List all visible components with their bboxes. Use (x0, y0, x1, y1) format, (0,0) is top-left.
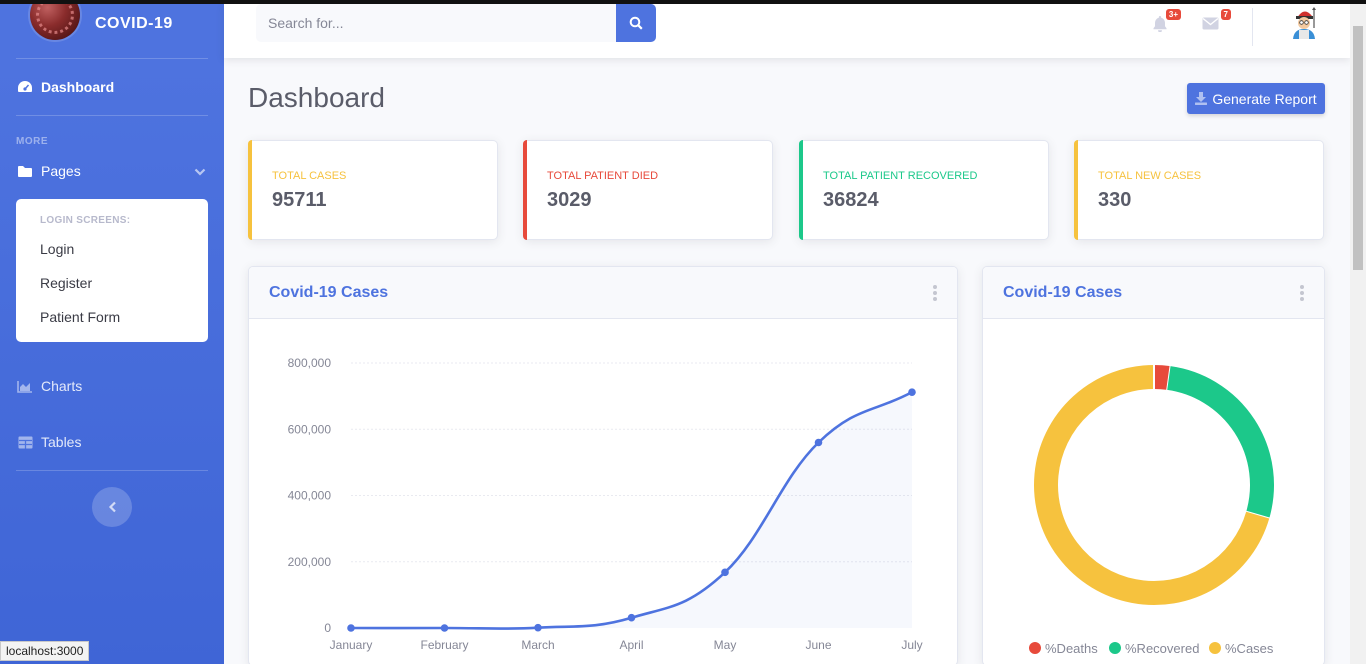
stat-label: TOTAL PATIENT DIED (547, 170, 659, 182)
sidebar-heading: MORE (16, 136, 48, 147)
sidebar-item-tables[interactable]: Tables (0, 414, 224, 470)
sidebar-item-dashboard[interactable]: Dashboard (0, 59, 224, 115)
x-tick-label: February (420, 638, 468, 652)
stat-value: 330 (1098, 189, 1132, 211)
y-tick-label: 200,000 (288, 555, 332, 569)
pie-chart-card: Covid-19 Cases %Deaths %Recovered %Cases (982, 266, 1325, 664)
topbar: 3+ 7 (224, 4, 1350, 58)
y-tick-label: 600,000 (288, 422, 332, 436)
stat-label: TOTAL PATIENT RECOVERED (823, 170, 978, 182)
area-chart: 0 200,000 400,000 600,000 800,000 January Febr… (288, 356, 923, 652)
folder-icon (16, 162, 34, 180)
card-header: Covid-19 Cases (249, 267, 957, 319)
donut-slice (1153, 365, 1171, 390)
card-title: Covid-19 Cases (1003, 283, 1123, 301)
sidebar-item-label: Tables (41, 434, 82, 450)
stat-card-total-new-cases: TOTAL NEW CASES 330 (1074, 140, 1324, 240)
envelope-icon (1202, 17, 1218, 29)
more-options-icon[interactable] (1300, 284, 1304, 301)
y-tick-label: 400,000 (288, 489, 332, 503)
table-icon (16, 433, 34, 451)
legend-label: %Deaths (1045, 641, 1098, 656)
data-point (534, 623, 542, 632)
donut-slice (1166, 366, 1274, 519)
collapse-header: LOGIN SCREENS: (40, 215, 131, 226)
data-point (908, 388, 916, 396)
data-point (721, 568, 729, 577)
area-chart-icon (16, 377, 34, 395)
y-tick-label: 0 (324, 621, 331, 635)
legend-marker (1029, 642, 1041, 654)
brand-name: COVID-19 (95, 15, 173, 32)
page-title: Dashboard (248, 82, 385, 113)
x-tick-label: January (330, 638, 373, 652)
stat-card-total-cases: TOTAL CASES 95711 (248, 140, 498, 240)
stat-card-total-patient-recovered: TOTAL PATIENT RECOVERED 36824 (799, 140, 1049, 240)
pages-collapse-menu: LOGIN SCREENS: Login Register Patient Fo… (16, 199, 208, 342)
sidebar-item-label: Dashboard (41, 79, 115, 95)
y-tick-label: 800,000 (288, 356, 332, 370)
sidebar-item-charts[interactable]: Charts (0, 358, 224, 414)
collapse-item-register[interactable]: Register (16, 266, 208, 300)
messages-dropdown[interactable]: 7 (1199, 9, 1231, 34)
download-icon (1195, 92, 1208, 105)
alerts-dropdown[interactable]: 3+ (1149, 9, 1181, 34)
stat-card-total-patient-died: TOTAL PATIENT DIED 3029 (523, 140, 773, 240)
data-point (814, 438, 823, 447)
donut-chart: %Deaths %Recovered %Cases (1029, 364, 1274, 656)
sidebar-toggle-button[interactable] (92, 487, 132, 527)
area-fill (351, 392, 912, 629)
search-input[interactable] (256, 4, 616, 42)
x-tick-label: July (901, 638, 922, 652)
more-options-icon[interactable] (933, 284, 937, 301)
card-header: Covid-19 Cases (983, 267, 1324, 319)
user-avatar-icon (1293, 7, 1316, 39)
x-tick-label: May (714, 638, 737, 652)
window-top-border (0, 0, 1366, 4)
messages-badge: 7 (1220, 9, 1231, 20)
x-tick-label: June (805, 638, 831, 652)
avatar[interactable] (1288, 6, 1320, 40)
virus-logo-icon (30, 0, 80, 40)
sidebar-item-label: Charts (41, 378, 83, 394)
generate-report-button[interactable]: Generate Report (1187, 83, 1325, 114)
sidebar-item-label: Pages (41, 163, 81, 179)
legend-marker (1209, 642, 1221, 654)
search-button[interactable] (616, 4, 656, 42)
data-point (440, 624, 449, 632)
collapse-item-login[interactable]: Login (16, 232, 208, 266)
stat-label: TOTAL CASES (272, 170, 347, 182)
collapse-item-patient-form[interactable]: Patient Form (16, 300, 208, 334)
search-form (256, 4, 656, 42)
data-point (347, 624, 355, 632)
data-point (627, 613, 636, 622)
stat-value: 3029 (547, 189, 592, 211)
legend-marker (1109, 642, 1121, 654)
search-icon (629, 16, 643, 30)
scrollbar-thumb[interactable] (1353, 26, 1363, 270)
area-chart-card: Covid-19 Cases 0 200,000 400,000 600,000 800… (248, 266, 958, 664)
x-tick-label: April (619, 638, 643, 652)
sidebar-divider (16, 470, 208, 471)
stat-value: 95711 (272, 189, 327, 211)
sidebar-brand[interactable]: COVID-19 (0, 0, 224, 48)
tachometer-icon (16, 78, 34, 96)
card-title: Covid-19 Cases (269, 283, 389, 301)
chevron-left-icon (108, 501, 116, 513)
generate-report-label: Generate Report (1212, 90, 1317, 107)
topbar-divider (1252, 8, 1253, 46)
alerts-badge: 3+ (1165, 9, 1181, 20)
page-scrollbar[interactable] (1350, 4, 1366, 664)
stat-value: 36824 (823, 189, 879, 211)
legend-label: %Cases (1225, 641, 1274, 656)
legend-label: %Recovered (1125, 641, 1199, 656)
browser-status-url: localhost:3000 (0, 641, 90, 661)
x-tick-label: March (521, 638, 554, 652)
sidebar-item-pages[interactable]: Pages (0, 151, 224, 191)
chevron-down-icon (194, 163, 206, 179)
stat-label: TOTAL NEW CASES (1098, 170, 1202, 182)
sidebar: COVID-19 Dashboard MORE Pages LOGIN SCRE… (0, 0, 224, 664)
